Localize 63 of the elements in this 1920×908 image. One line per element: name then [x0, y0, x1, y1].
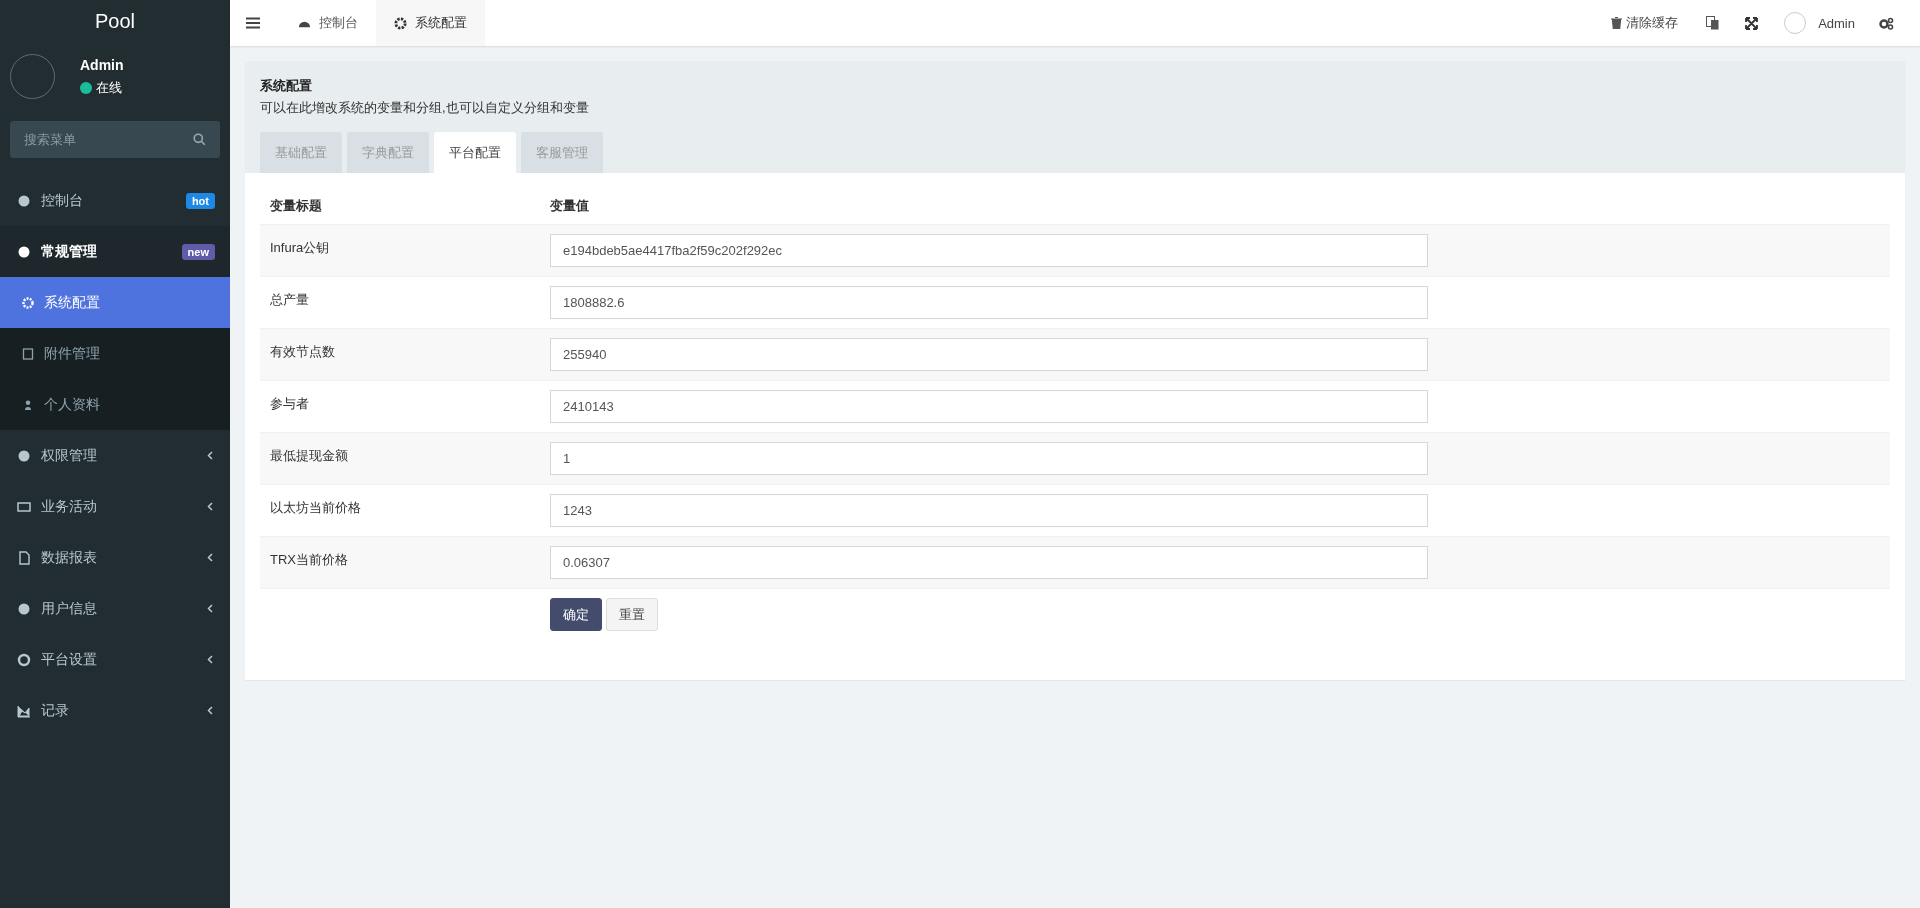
chevron-left-icon	[207, 604, 213, 613]
menu-badge: hot	[185, 192, 215, 209]
chevron-left-icon	[207, 706, 213, 715]
chevron-left-icon	[207, 451, 213, 460]
menu-item[interactable]: 记录	[0, 685, 230, 736]
menu-item[interactable]: 权限管理	[0, 430, 230, 481]
panel-title: 系统配置	[260, 77, 313, 95]
chart-icon	[17, 703, 31, 718]
value-input[interactable]: e194bdeb5ae4417fba2f59c202f292ec	[550, 234, 1428, 267]
menu-badge: new	[181, 243, 215, 260]
user-icon	[22, 398, 34, 411]
value-input[interactable]: 1243	[550, 494, 1428, 527]
chevron-left-icon	[207, 655, 213, 664]
variable-title: TRX当前价格	[269, 551, 349, 569]
menu-item[interactable]: 控制台 hot	[0, 175, 230, 226]
user-menu[interactable]: Admin	[1784, 12, 1855, 34]
gear-icon	[22, 296, 34, 309]
gears-icon[interactable]	[1879, 16, 1894, 30]
menu-item[interactable]: 业务活动	[0, 481, 230, 532]
translate-icon[interactable]	[1706, 16, 1720, 30]
value-input[interactable]: 1808882.6	[550, 286, 1428, 319]
menu-icon[interactable]	[246, 17, 260, 29]
image-icon	[22, 347, 34, 360]
trash-icon	[1611, 17, 1623, 29]
menu-item[interactable]: 数据报表	[0, 532, 230, 583]
config-tab[interactable]: 平台配置	[434, 132, 516, 173]
panel-description: 可以在此增改系统的变量和分组,也可以自定义分组和变量	[260, 99, 590, 117]
card-icon	[17, 499, 31, 514]
confirm-button[interactable]: 确定	[550, 598, 602, 631]
value-input[interactable]: 2410143	[550, 390, 1428, 423]
chevron-left-icon	[207, 553, 213, 562]
search-icon	[193, 133, 206, 146]
target-icon	[17, 652, 31, 667]
chevron-left-icon	[207, 502, 213, 511]
menu-item[interactable]: 用户信息	[0, 583, 230, 634]
logo-text: Pool	[94, 9, 136, 34]
variable-title: 最低提现金额	[269, 447, 349, 465]
reset-button[interactable]: 重置	[606, 598, 658, 631]
file-icon	[17, 550, 31, 565]
search-field[interactable]: 搜索菜单	[10, 121, 220, 158]
menu-item[interactable]: 平台设置	[0, 634, 230, 685]
menu-item[interactable]: 常规管理 new	[0, 226, 230, 277]
submenu-item[interactable]: 个人资料	[0, 379, 230, 430]
gear-icon	[394, 16, 407, 30]
variable-title: 总产量	[269, 291, 310, 309]
user-name: Admin	[80, 56, 124, 73]
column-header: 变量标题	[269, 197, 323, 215]
variable-title: 以太坊当前价格	[269, 499, 362, 517]
fullscreen-icon[interactable]	[1745, 16, 1759, 30]
submenu-item[interactable]: 附件管理	[0, 328, 230, 379]
column-header: 变量值	[550, 197, 590, 215]
status-dot-icon	[80, 81, 92, 94]
clear-cache-button[interactable]: 清除缓存	[1611, 14, 1679, 32]
user-status: 在线	[96, 78, 122, 97]
variable-title: 参与者	[269, 395, 310, 413]
page-tab[interactable]: 控制台	[280, 0, 376, 46]
page-tab[interactable]: 系统配置	[376, 0, 485, 46]
value-input[interactable]: 0.06307	[550, 546, 1428, 579]
variable-title: 有效节点数	[269, 343, 336, 361]
submenu-item[interactable]: 系统配置	[0, 277, 230, 328]
value-input[interactable]: 1	[550, 442, 1428, 475]
value-input[interactable]: 255940	[550, 338, 1428, 371]
variable-title: Infura公钥	[269, 239, 331, 257]
